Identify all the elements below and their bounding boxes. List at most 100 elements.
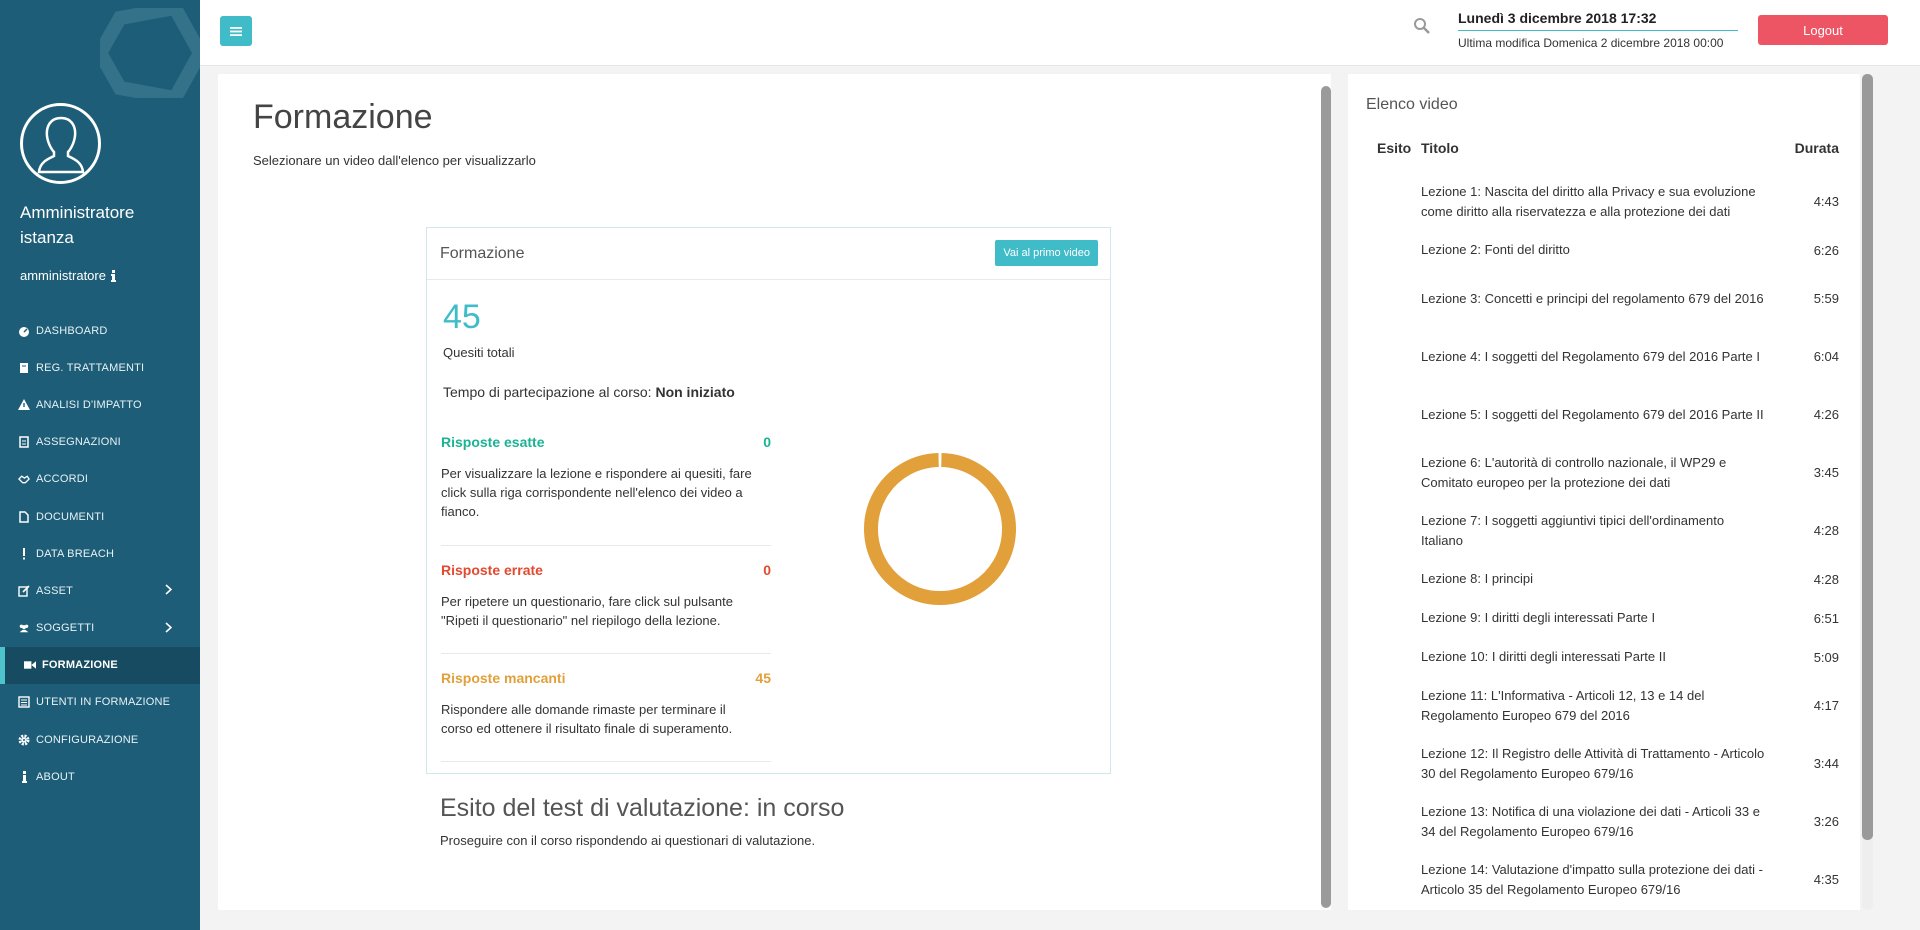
stat-label: Risposte errate — [441, 562, 543, 578]
video-duration: 4:43 — [1813, 194, 1839, 209]
video-duration: 6:26 — [1813, 242, 1839, 258]
sidebar-item-utenti-formazione[interactable]: UTENTI IN FORMAZIONE — [0, 684, 200, 721]
stat-correct: Risposte esatte 0 Per visualizzare la le… — [441, 434, 771, 546]
video-title: Lezione 8: I principi — [1421, 571, 1534, 587]
sidebar-item-label: FORMAZIONE — [42, 659, 118, 672]
video-duration: 3:26 — [1813, 814, 1839, 829]
sidebar-item-data-breach[interactable]: DATA BREACH — [0, 535, 200, 572]
column-header-durata[interactable]: Durata — [1766, 140, 1841, 156]
search-icon[interactable] — [1413, 17, 1431, 38]
profile-name: Amministratore istanza — [20, 203, 135, 247]
avatar[interactable] — [20, 103, 101, 184]
stat-missing: Risposte mancanti 45 Rispondere alle dom… — [441, 670, 771, 762]
video-duration: 6:04 — [1813, 349, 1839, 364]
video-row[interactable]: Lezione 7: I soggetti aggiuntivi tipici … — [1366, 501, 1846, 559]
video-row[interactable]: Lezione 3: Concetti e principi del regol… — [1366, 269, 1846, 327]
sidebar-item-formazione[interactable]: FORMAZIONE — [0, 646, 200, 684]
video-row[interactable]: Lezione 5: I soggetti del Regolamento 67… — [1366, 385, 1846, 443]
stat-wrong: Risposte errate 0 Per ripetere un questi… — [441, 562, 771, 654]
sidebar: Amministratore istanza amministratore DA… — [0, 0, 200, 930]
sidebar-item-label: UTENTI IN FORMAZIONE — [36, 696, 171, 709]
sidebar-item-label: SOGGETTI — [36, 622, 95, 635]
sidebar-item-configurazione[interactable]: CONFIGURAZIONE — [0, 721, 200, 758]
video-row[interactable]: Lezione 9: I diritti degli interessati P… — [1366, 598, 1846, 637]
profile-username: amministratore — [20, 268, 106, 283]
sidebar-item-label: CONFIGURAZIONE — [36, 733, 139, 746]
participation-time-value: Non iniziato — [655, 384, 735, 400]
video-list-scrollbar-thumb[interactable] — [1862, 74, 1873, 840]
video-duration: 4:28 — [1813, 571, 1839, 587]
video-row[interactable]: Lezione 14: Valutazione d'impatto sulla … — [1366, 850, 1846, 908]
sidebar-item-label: DOCUMENTI — [36, 510, 105, 523]
main-scrollbar[interactable] — [1320, 74, 1331, 910]
video-row[interactable]: Lezione 12: Il Registro delle Attività d… — [1366, 734, 1846, 792]
sidebar-item-label: ASSET — [36, 584, 74, 597]
sidebar-nav: DASHBOARD REG. TRATTAMENTI ANALISI D'IMP… — [0, 312, 200, 795]
video-icon — [24, 659, 36, 671]
main-scrollbar-thumb[interactable] — [1321, 86, 1331, 908]
sidebar-item-assegnazioni[interactable]: ASSEGNAZIONI — [0, 424, 200, 461]
current-date: Lunedì 3 dicembre 2018 17:32 — [1458, 10, 1738, 31]
video-title: Lezione 14: Valutazione d'impatto sulla … — [1421, 862, 1763, 897]
stat-label: Risposte mancanti — [441, 670, 566, 686]
stat-description: Per ripetere un questionario, fare click… — [441, 594, 733, 628]
first-video-button[interactable]: Vai al primo video — [995, 240, 1098, 266]
stat-description: Rispondere alle domande rimaste per term… — [441, 702, 733, 736]
video-duration: 3:45 — [1813, 465, 1839, 480]
card-title: Formazione — [440, 245, 525, 262]
video-title: Lezione 12: Il Registro delle Attività d… — [1421, 746, 1765, 781]
video-row[interactable]: Lezione 2: Fonti del diritto 6:26 — [1366, 230, 1846, 269]
total-questions: 45 — [443, 298, 481, 336]
stat-value: 0 — [763, 562, 771, 578]
video-duration: 3:44 — [1813, 756, 1839, 771]
info-icon[interactable] — [110, 269, 116, 282]
video-row[interactable]: Lezione 13: Notifica di una violazione d… — [1366, 792, 1846, 850]
video-row[interactable]: Lezione 11: L'Informativa - Articoli 12,… — [1366, 676, 1846, 734]
chevron-right-icon — [165, 584, 173, 598]
stat-description: Per visualizzare la lezione e rispondere… — [441, 466, 752, 519]
stat-missing-header: Risposte mancanti 45 — [441, 670, 771, 686]
video-list-scrollbar[interactable] — [1862, 74, 1873, 910]
video-row[interactable]: Lezione 4: I soggetti del Regolamento 67… — [1366, 327, 1846, 385]
profile-user[interactable]: amministratore — [20, 268, 180, 283]
gear-icon — [18, 734, 30, 746]
logout-button[interactable]: Logout — [1758, 15, 1888, 45]
stat-value: 45 — [755, 670, 771, 686]
video-row[interactable]: Lezione 8: I principi 4:28 — [1366, 559, 1846, 598]
stat-label: Risposte esatte — [441, 434, 545, 450]
page-title: Formazione — [253, 98, 433, 136]
sidebar-item-asset[interactable]: ASSET — [0, 572, 200, 609]
sidebar-item-about[interactable]: ABOUT — [0, 758, 200, 795]
video-duration: 4:26 — [1813, 407, 1839, 422]
video-title: Lezione 10: I diritti degli interessati … — [1421, 649, 1666, 665]
column-header-esito[interactable]: Esito — [1366, 140, 1421, 156]
video-title: Lezione 2: Fonti del diritto — [1421, 242, 1570, 258]
video-title: Lezione 7: I soggetti aggiuntivi tipici … — [1421, 513, 1725, 548]
sidebar-item-dashboard[interactable]: DASHBOARD — [0, 312, 200, 349]
video-row[interactable]: Lezione 10: I diritti degli interessati … — [1366, 637, 1846, 676]
info-icon — [18, 770, 30, 783]
date-block: Lunedì 3 dicembre 2018 17:32 Ultima modi… — [1458, 10, 1738, 50]
column-header-titolo[interactable]: Titolo — [1421, 140, 1766, 156]
video-title: Lezione 6: L'autorità di controllo nazio… — [1421, 455, 1727, 490]
video-duration: 4:28 — [1813, 523, 1839, 538]
sidebar-item-reg-trattamenti[interactable]: REG. TRATTAMENTI — [0, 349, 200, 386]
main-panel: Formazione Selezionare un video dall'ele… — [218, 74, 1330, 910]
video-row[interactable]: Lezione 1: Nascita del diritto alla Priv… — [1366, 172, 1846, 230]
stat-correct-header: Risposte esatte 0 — [441, 434, 771, 450]
video-row[interactable]: Lezione 6: L'autorità di controllo nazio… — [1366, 443, 1846, 501]
video-list-title: Elenco video — [1366, 96, 1458, 113]
stat-value: 0 — [763, 434, 771, 450]
menu-toggle-button[interactable] — [220, 16, 252, 46]
warning-icon — [18, 398, 30, 411]
video-list-panel: Elenco video Esito Titolo Durata Lezione… — [1348, 74, 1860, 910]
card-header: Formazione Vai al primo video — [427, 228, 1110, 280]
last-modified: Ultima modifica Domenica 2 dicembre 2018… — [1458, 36, 1724, 50]
sidebar-item-documenti[interactable]: DOCUMENTI — [0, 498, 200, 535]
donut-slice-risposte-mancanti — [864, 453, 1016, 605]
video-title: Lezione 1: Nascita del diritto alla Priv… — [1421, 184, 1756, 219]
sidebar-item-accordi[interactable]: ACCORDI — [0, 461, 200, 498]
sidebar-item-soggetti[interactable]: SOGGETTI — [0, 610, 200, 647]
logo-icon — [100, 8, 200, 98]
sidebar-item-analisi-impatto[interactable]: ANALISI D'IMPATTO — [0, 386, 200, 423]
